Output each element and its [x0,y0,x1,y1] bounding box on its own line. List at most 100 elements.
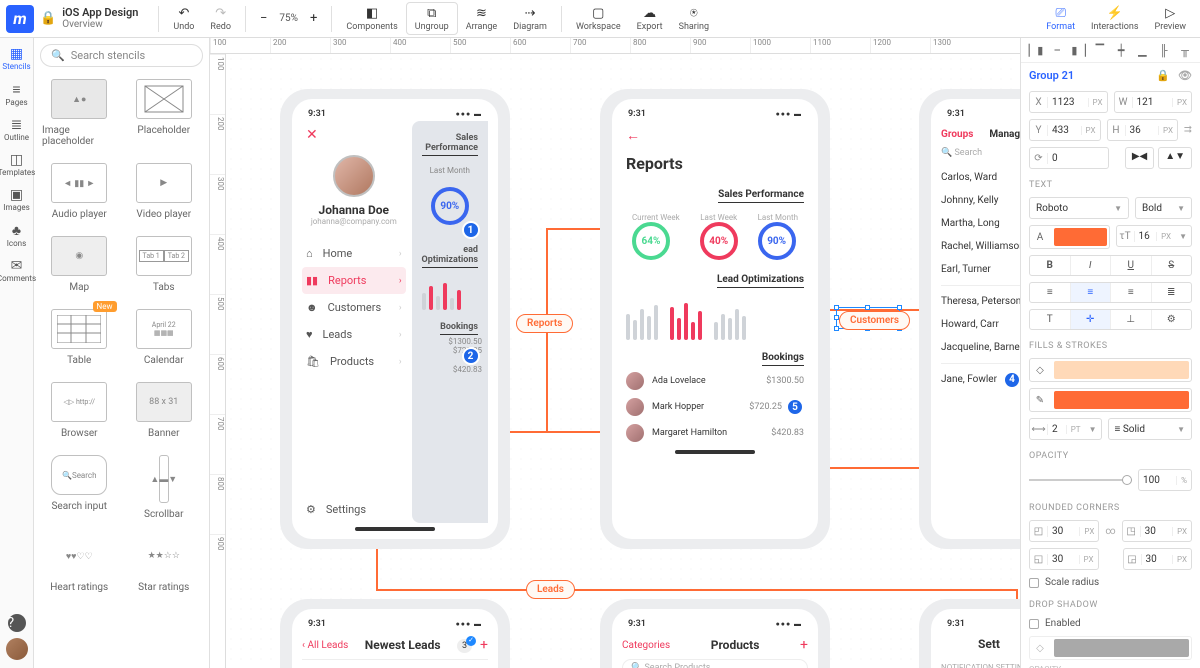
zoom-out-button[interactable]: − [252,9,275,29]
menu-reports[interactable]: ▮▮Reports› [302,267,406,294]
rail-icons[interactable]: ♣Icons [0,218,33,252]
align-right-button[interactable]: ≡ [1111,283,1152,302]
rail-outline[interactable]: ≣Outline [0,113,33,146]
stroke-width-input[interactable]: ⟷2PT▼ [1029,418,1102,440]
scale-radius-checkbox[interactable]: Scale radius [1021,573,1200,592]
stencil-browser[interactable]: ◁▷ http://Browser [42,382,117,439]
stencil-audio-player[interactable]: ◄ ▮▮ ►Audio player [42,163,117,220]
menu-leads[interactable]: ♥Leads› [302,321,406,348]
bold-button[interactable]: B [1030,256,1071,275]
flip-h-icon[interactable]: ▶◀ [1125,147,1154,169]
lock-ratio-icon[interactable]: ⮆ [1184,125,1192,136]
align-left-button[interactable]: ≡ [1030,283,1071,302]
zoom-in-button[interactable]: + [302,9,325,29]
distribute-h-icon[interactable]: ╟ [1157,44,1171,56]
underline-button[interactable]: U [1111,256,1152,275]
rail-images[interactable]: ▣Images [0,183,33,216]
workspace-button[interactable]: ▢Workspace [568,3,629,34]
stencil-image-placeholder[interactable]: ▲●Image placeholder [42,79,117,147]
valign-top-button[interactable]: T [1030,310,1071,329]
menu-customers[interactable]: ☻Customers› [302,294,406,321]
align-justify-button[interactable]: ≣ [1152,283,1192,302]
add-icon[interactable]: + [800,637,808,653]
rail-comments[interactable]: ✉Comments [0,254,33,287]
rotation-input[interactable]: ⟳0 [1029,147,1109,169]
stencil-heart-ratings[interactable]: ♥♥♡♡Heart ratings [42,536,117,593]
corner-bl-input[interactable]: ◱30PX [1029,548,1099,570]
font-weight-select[interactable]: Bold▼ [1135,197,1192,219]
preview-tab[interactable]: ▷Preview [1147,3,1194,34]
h-input[interactable]: H36PX [1107,119,1179,141]
stencil-tabs[interactable]: Tab 1Tab 2Tabs [127,236,202,293]
align-right-icon[interactable]: ▮▕ [1072,44,1086,56]
artboard-leads[interactable]: 9:31 ‹ All Leads Newest Leads 3✓ + Jassi… [280,599,510,668]
fill-color[interactable]: ◇ [1029,358,1192,382]
stencil-map[interactable]: ◉Map [42,236,117,293]
stencil-scrollbar[interactable]: ▲▬▼Scrollbar [127,455,202,520]
rail-stencils[interactable]: ▦Stencils [0,42,33,75]
stencil-calendar[interactable]: April 22▦▦▦Calendar [127,309,202,366]
zoom-level[interactable]: 75% [279,13,298,24]
align-top-icon[interactable]: ▔ [1093,44,1107,56]
corner-tr-input[interactable]: ◳30PX [1122,520,1192,542]
rail-pages[interactable]: ≡Pages [0,77,33,111]
app-logo[interactable]: m [6,5,34,33]
flow-label-reports[interactable]: Reports [516,314,573,333]
text-more-button[interactable]: ⚙ [1152,310,1192,329]
visibility-icon[interactable]: 👁 [1178,69,1192,82]
diagram-button[interactable]: ⇢Diagram [505,3,555,34]
arrange-button[interactable]: ≋Arrange [458,3,506,34]
user-avatar[interactable] [6,638,28,660]
y-input[interactable]: Y433PX [1029,119,1101,141]
add-icon[interactable]: + [480,637,488,653]
artboard-settings[interactable]: 9:31 Sett NOTIFICATION SETTINGS Push Not… [919,599,1020,668]
lock-icon[interactable]: 🔒 [1156,69,1170,82]
text-color[interactable]: A [1029,225,1110,249]
ungroup-button[interactable]: ⧉Ungroup [406,2,458,35]
stroke-color[interactable]: ✎ [1029,388,1192,412]
w-input[interactable]: W121PX [1114,91,1193,113]
distribute-v-icon[interactable]: ╥ [1178,44,1192,56]
document-title[interactable]: iOS App Design Overview [62,7,138,30]
menu-products[interactable]: 🛍Products› [302,348,406,375]
align-center-button[interactable]: ≡ [1071,283,1112,302]
artboard-sidebar[interactable]: 9:31 ✕ Johanna Doe johanna@company.com ⌂… [280,89,510,549]
sharing-button[interactable]: ⍟Sharing [671,3,717,34]
shadow-enabled-checkbox[interactable]: Enabled [1021,614,1200,633]
menu-home[interactable]: ⌂Home› [302,240,406,267]
close-icon[interactable]: ✕ [306,127,402,143]
components-button[interactable]: ◧Components [338,3,405,34]
opacity-slider[interactable]: 100% [1021,465,1200,495]
link-corners-icon[interactable]: ∞ [1105,526,1115,537]
stroke-style-select[interactable]: ≡ Solid▼ [1108,418,1193,440]
redo-button[interactable]: ↷Redo [202,3,239,34]
strike-button[interactable]: S [1152,256,1192,275]
valign-middle-button[interactable]: ✛ [1071,310,1112,329]
flow-label-customers[interactable]: Customers [839,311,910,330]
selection-name[interactable]: Group 21 [1029,69,1074,82]
interactions-tab[interactable]: ⚡Interactions [1083,3,1147,34]
stencil-video-player[interactable]: ▶Video player [127,163,202,220]
canvas-area[interactable]: 1002003004005006007008009001000110012001… [210,38,1020,668]
flip-v-icon[interactable]: ▲▼ [1158,147,1192,169]
align-left-icon[interactable]: ▏▮ [1029,44,1043,56]
back-icon[interactable]: ← [626,127,804,144]
artboard-customers[interactable]: 9:31 Groups Manage C 🔍 Search Carlos, Wa… [919,89,1020,549]
font-size-input[interactable]: τT16PX▼ [1116,225,1193,247]
export-button[interactable]: ☁Export [629,3,671,34]
help-button[interactable]: ? [0,610,33,636]
rail-templates[interactable]: ◫Templates [0,148,33,181]
italic-button[interactable]: I [1071,256,1112,275]
align-center-h-icon[interactable]: ⎯ [1050,44,1064,56]
stencil-star-ratings[interactable]: ★★☆☆Star ratings [127,536,202,593]
align-bottom-icon[interactable]: ▁ [1135,44,1149,56]
menu-settings[interactable]: ⚙Settings [302,496,406,523]
font-family-select[interactable]: Roboto▼ [1029,197,1129,219]
undo-button[interactable]: ↶Undo [165,3,202,34]
stencil-placeholder[interactable]: Placeholder [127,79,202,147]
lock-icon[interactable]: 🔒 [40,11,56,26]
artboard-products[interactable]: 9:31 Categories Products + 🔍 Search Prod… [600,599,830,668]
stencil-search-input[interactable]: 🔍Search stencils [40,44,203,67]
stencil-banner[interactable]: 88 x 31Banner [127,382,202,439]
stencil-table[interactable]: NewTable [42,309,117,366]
